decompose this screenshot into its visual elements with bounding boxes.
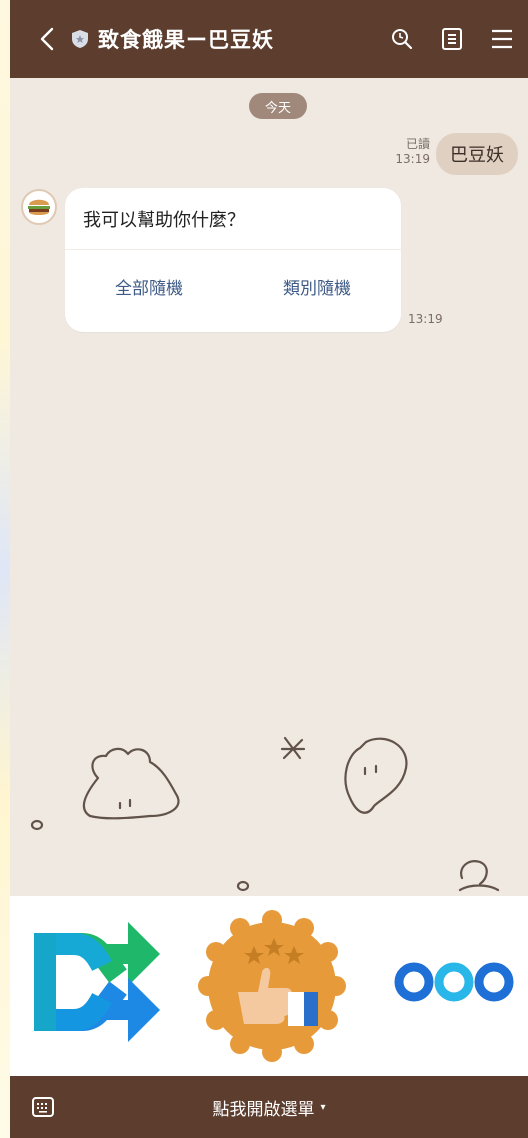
hamburger-menu-icon <box>492 29 512 49</box>
date-separator: 今天 <box>249 93 307 119</box>
open-menu-label: 點我開啟選單 <box>212 1099 315 1120</box>
rich-menu <box>10 896 528 1076</box>
open-menu-toggle[interactable]: 點我開啟選單 ▾ <box>212 1095 325 1120</box>
chat-header: 致食餓果ー巴豆妖 <box>10 0 528 78</box>
shuffle-menu-item[interactable] <box>10 896 182 1076</box>
thumbs-up-badge-icon <box>198 910 346 1062</box>
bottom-bar: 點我開啟選單 ▾ <box>10 1076 528 1138</box>
keyboard-button[interactable] <box>30 1094 56 1120</box>
random-category-button[interactable]: 類別隨機 <box>233 274 401 309</box>
frame-left-strip <box>0 0 10 1138</box>
search-icon <box>392 29 413 50</box>
bunny-doodle <box>82 747 180 820</box>
menu-button[interactable] <box>488 25 516 53</box>
bot-question: 我可以幫助你什麼？ <box>65 188 401 250</box>
bot-reply-card: 我可以幫助你什麼？ 全部隨機 類別隨機 <box>65 188 401 332</box>
random-all-button[interactable]: 全部隨機 <box>65 274 233 309</box>
read-receipt: 已讀 13:19 <box>388 137 430 167</box>
notes-button[interactable] <box>438 25 466 53</box>
burger-avatar-icon[interactable] <box>21 189 57 225</box>
back-button[interactable] <box>32 19 62 59</box>
more-dots-icon <box>394 962 514 1002</box>
incoming-time: 13:19 <box>408 312 443 326</box>
outgoing-time: 13:19 <box>395 152 430 166</box>
chat-title: 致食餓果ー巴豆妖 <box>98 28 274 52</box>
notes-icon <box>442 28 462 50</box>
keyboard-icon <box>32 1097 54 1117</box>
read-label: 已讀 <box>405 137 430 151</box>
caret-down-icon: ▾ <box>320 1101 326 1113</box>
outgoing-message-bubble[interactable]: 巴豆妖 <box>436 133 518 175</box>
more-menu-item[interactable] <box>354 896 528 1076</box>
search-button[interactable] <box>388 25 416 53</box>
shuffle-icon <box>34 922 160 1042</box>
chat-area[interactable]: 今天 已讀 13:19 巴豆妖 我可以幫助你什麼？ 全部隨機 類別隨機 13:1… <box>10 78 528 896</box>
recommend-menu-item[interactable] <box>182 896 354 1076</box>
shield-icon <box>70 28 90 50</box>
chevron-left-icon <box>40 27 54 51</box>
